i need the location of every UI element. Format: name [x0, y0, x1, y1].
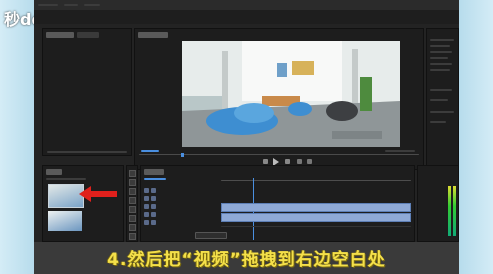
time-ruler[interactable]	[221, 180, 411, 181]
source-timecode-bar	[47, 151, 127, 153]
tab-effect-controls[interactable]	[77, 32, 99, 38]
tab-source[interactable]	[46, 32, 74, 38]
menu-item[interactable]	[64, 4, 78, 6]
playhead-marker[interactable]	[181, 153, 184, 157]
hand-tool-icon[interactable]	[129, 224, 136, 231]
track-toggle-icon[interactable]	[144, 204, 149, 209]
project-panel	[42, 165, 124, 242]
timeline-panel	[140, 165, 415, 242]
step-forward-icon[interactable]	[285, 159, 290, 164]
overwrite-icon[interactable]	[307, 159, 312, 164]
workspace-bar	[34, 10, 459, 24]
track-toggle-icon[interactable]	[151, 188, 156, 193]
effects-item[interactable]	[430, 39, 454, 41]
timeline-timecode	[144, 178, 166, 180]
left-background	[0, 0, 34, 274]
slip-tool-icon[interactable]	[129, 206, 136, 213]
menu-item[interactable]	[84, 4, 100, 6]
insert-icon[interactable]	[297, 159, 302, 164]
razor-tool-icon[interactable]	[129, 197, 136, 204]
caption-text: 4.然后把“视频”拖拽到右边空白处	[107, 250, 386, 270]
tab-sequence[interactable]	[144, 169, 164, 175]
premiere-window	[34, 0, 459, 274]
track-toggle-icon[interactable]	[144, 196, 149, 201]
video-clip-thumbnail[interactable]	[48, 211, 82, 231]
effects-item[interactable]	[430, 51, 452, 53]
source-panel	[42, 28, 132, 156]
track-toggle-icon[interactable]	[151, 220, 156, 225]
interior-scene-image	[182, 41, 400, 147]
effects-item[interactable]	[430, 111, 454, 113]
effects-item[interactable]	[430, 99, 448, 101]
effects-item[interactable]	[430, 57, 448, 59]
pen-tool-icon[interactable]	[129, 215, 136, 222]
track-toggle-icon[interactable]	[151, 204, 156, 209]
ripple-edit-tool-icon[interactable]	[129, 188, 136, 195]
tab-project[interactable]	[46, 169, 62, 175]
effects-item[interactable]	[430, 121, 446, 123]
video-preview	[182, 41, 400, 147]
tools-panel	[126, 165, 138, 242]
track-divider	[221, 226, 411, 227]
program-duration	[385, 150, 415, 152]
right-background	[459, 0, 493, 274]
track-toggle-icon[interactable]	[144, 220, 149, 225]
tab-program[interactable]	[138, 32, 168, 38]
step-back-icon[interactable]	[263, 159, 268, 164]
track-select-tool-icon[interactable]	[129, 179, 136, 186]
track-toggle-icon[interactable]	[151, 212, 156, 217]
menu-item[interactable]	[38, 4, 58, 6]
audio-track-clip[interactable]	[221, 213, 411, 222]
effects-item[interactable]	[430, 45, 450, 47]
video-track-clip[interactable]	[221, 203, 411, 212]
audio-meter-left	[448, 186, 451, 236]
effects-item[interactable]	[430, 69, 450, 71]
effects-panel	[426, 28, 459, 170]
track-toggle-icon[interactable]	[151, 196, 156, 201]
audio-meter-right	[453, 186, 456, 236]
selection-tool-icon[interactable]	[129, 170, 136, 177]
type-tool-icon[interactable]	[129, 233, 136, 240]
track-toggle-icon[interactable]	[144, 188, 149, 193]
track-toggle-icon[interactable]	[144, 212, 149, 217]
project-search[interactable]	[46, 178, 86, 180]
effects-item[interactable]	[430, 63, 452, 65]
program-timecode	[141, 150, 159, 152]
effects-item[interactable]	[430, 89, 452, 91]
audio-meters-panel	[417, 165, 459, 242]
timeline-tooltip	[195, 232, 227, 239]
red-arrow-icon	[79, 186, 117, 202]
